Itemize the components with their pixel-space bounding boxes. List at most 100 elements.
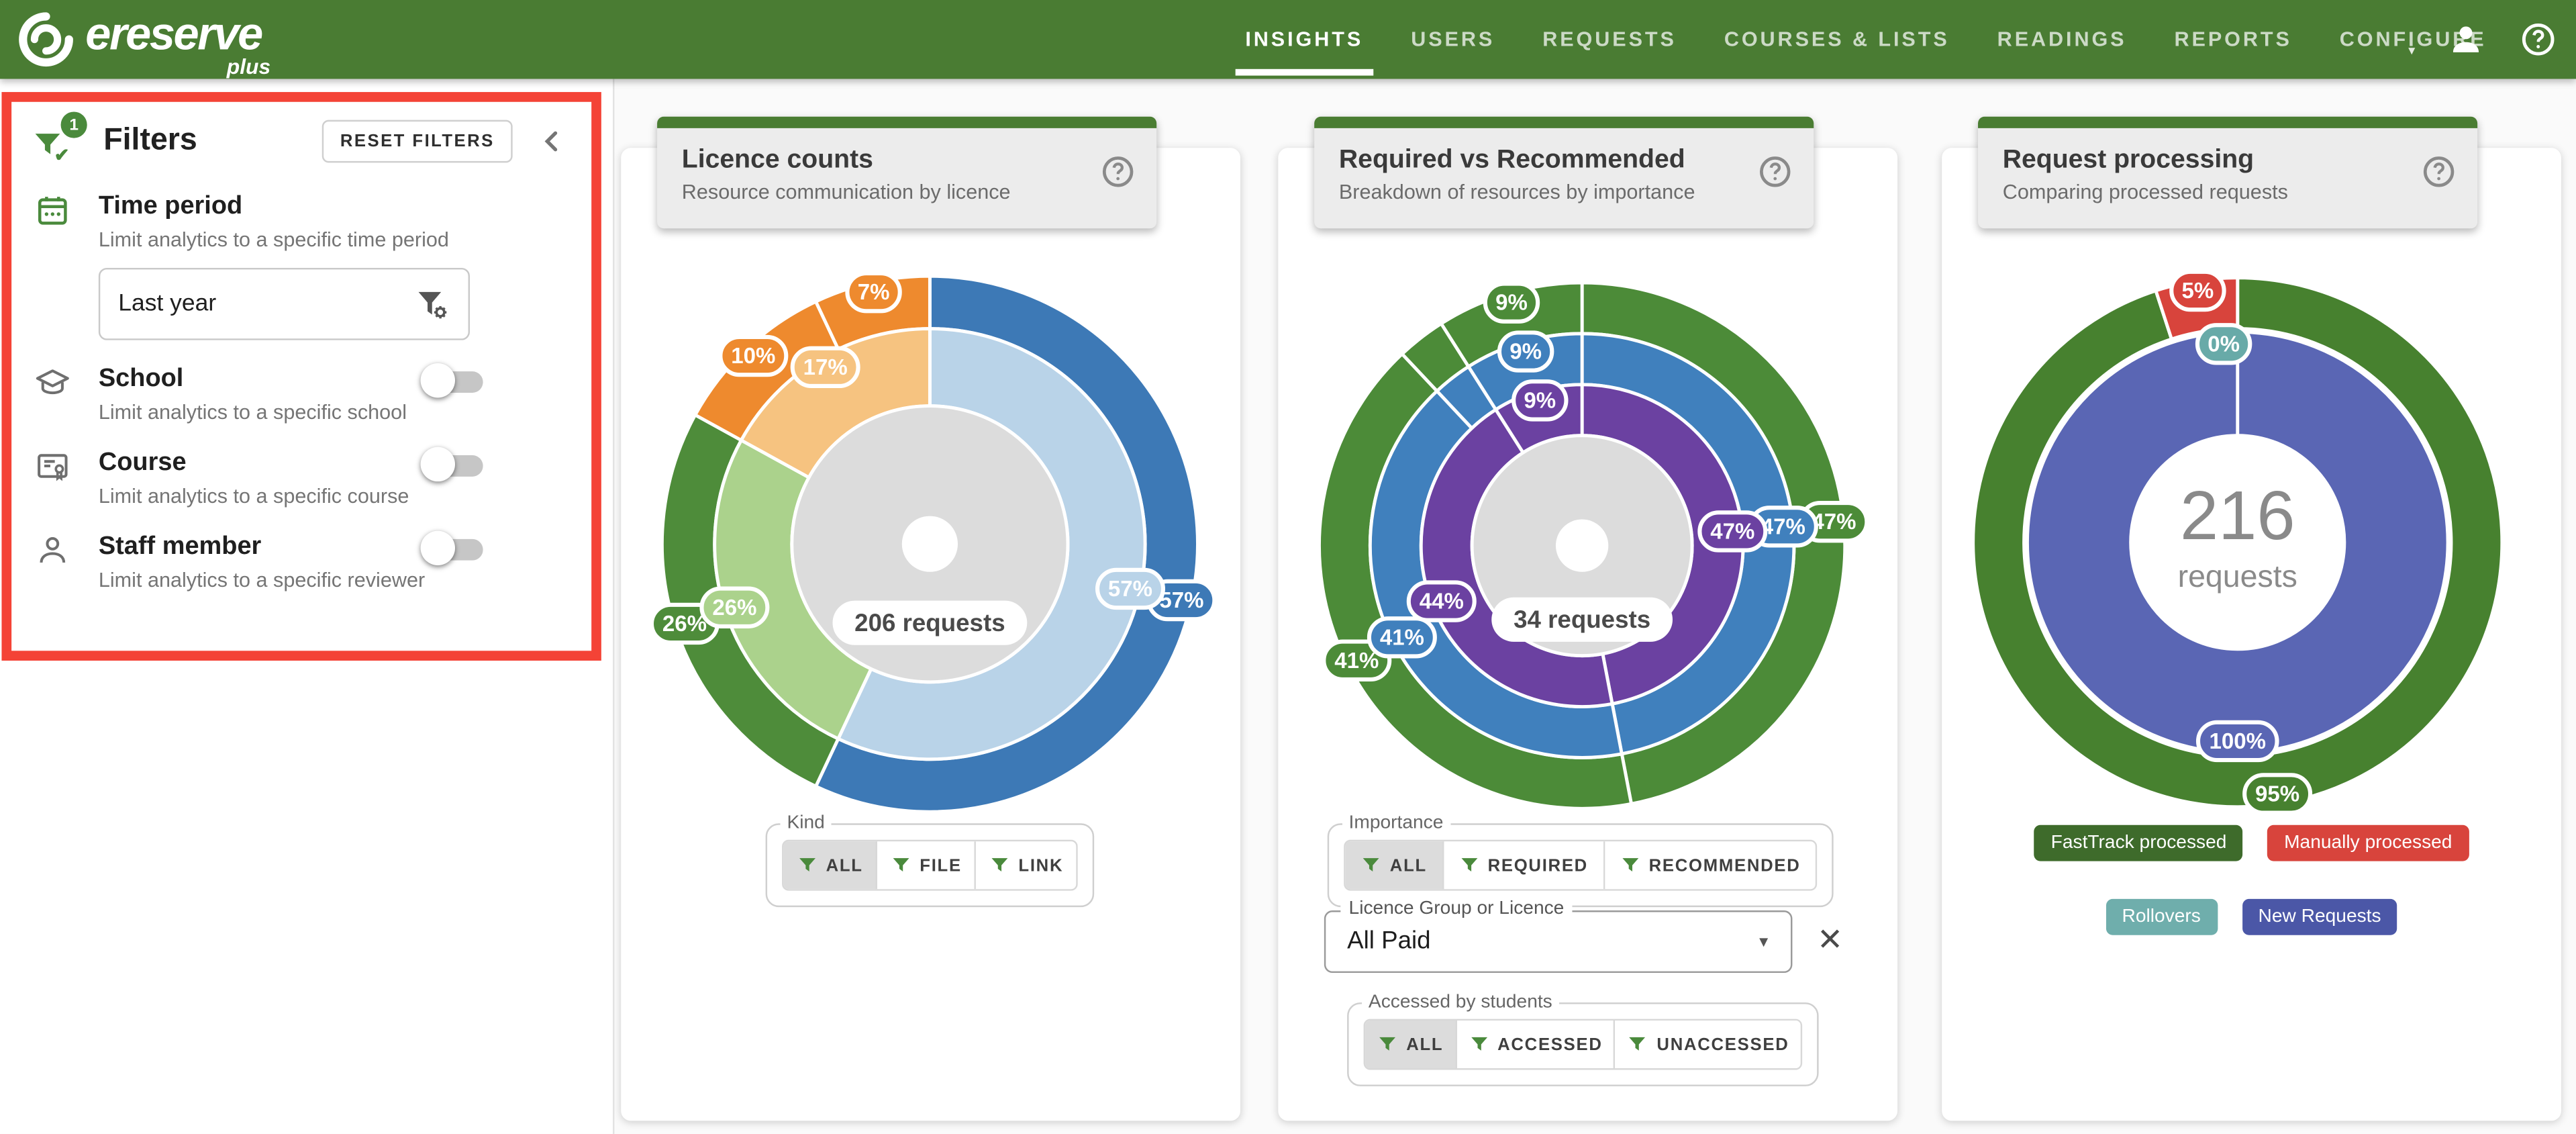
time-period-description: Limit analytics to a specific time perio… [99,228,572,251]
card-accent-strip [1978,117,2477,128]
filter-section-school: School Limit analytics to a specific sch… [32,365,572,424]
svg-text:5%: 5% [2182,279,2214,303]
primary-nav: INSIGHTS USERS REQUESTS COURSES & LISTS … [1245,0,2486,79]
licence-counts-card: Licence counts Resource communication by… [621,148,1240,1121]
importance-filter-group: Importance ALL REQUIRED RECOMMENDED [1328,814,1834,908]
funnel-icon [989,855,1010,876]
nav-insights[interactable]: INSIGHTS [1245,0,1363,79]
accessed-filter-label: Accessed by students [1362,992,1558,1012]
svg-text:9%: 9% [1524,388,1556,413]
legend-new-requests[interactable]: New Requests [2242,899,2397,935]
nav-courses-lists[interactable]: COURSES & LISTS [1724,0,1950,79]
kind-all-button[interactable]: ALL [784,841,878,889]
svg-text:57%: 57% [1159,588,1203,613]
card-accent-strip [657,117,1156,128]
legend-fasttrack-processed[interactable]: FastTrack processed [2034,825,2243,861]
funnel-icon [1377,1034,1398,1055]
filter-section-course: Course Limit analytics to a specific cou… [32,448,572,508]
filters-funnel-icon: 1 ✔ [32,115,87,167]
request-processing-donut-chart[interactable]: 95%5%100%0%216requests [1926,230,2550,855]
course-toggle[interactable] [421,447,490,483]
importance-recommended-button[interactable]: RECOMMENDED [1605,841,1816,889]
account-icon[interactable] [2448,21,2484,58]
licence-group-select[interactable]: Licence Group or Licence All Paid ▼ [1324,910,1793,973]
svg-text:100%: 100% [2210,729,2266,754]
clear-licence-filter-button[interactable]: ✕ [1807,920,1852,961]
svg-text:47%: 47% [1812,510,1856,534]
required-vs-recommended-donut-chart[interactable]: 47%41%9%47%41%9%47%44%9%34 requests [1270,234,1894,858]
nav-readings[interactable]: READINGS [1997,0,2127,79]
request-processing-header: Request processing Comparing processed r… [1978,117,2477,228]
card-subtitle: Resource communication by licence [682,181,1081,203]
filters-sidebar: 1 ✔ Filters RESET FILTERS Time period Li… [0,79,614,1133]
importance-all-button[interactable]: ALL [1346,841,1444,889]
person-icon [34,532,70,569]
kind-link-label: LINK [1018,855,1063,875]
help-icon[interactable] [1101,154,1135,189]
filters-title: Filters [103,124,305,160]
importance-filter-label: Importance [1342,814,1450,833]
filter-settings-icon[interactable] [414,286,450,322]
card-title: Request processing [2003,146,2402,176]
staff-member-title: Staff member [99,532,572,562]
school-icon [34,365,70,401]
staff-member-toggle[interactable] [421,531,490,567]
request-processing-card: Request processing Comparing processed r… [1942,148,2561,1121]
accessed-accessed-button[interactable]: ACCESSED [1456,1021,1616,1068]
course-title: Course [99,448,572,478]
help-icon[interactable] [2520,21,2557,58]
importance-recommended-label: RECOMMENDED [1649,855,1801,875]
insights-page: ereserve plus INSIGHTS USERS REQUESTS CO… [0,0,2576,1134]
licence-group-select-value: All Paid [1347,927,1430,955]
card-title: Licence counts [682,146,1081,176]
accessed-all-button[interactable]: ALL [1365,1021,1456,1068]
svg-text:206 requests: 206 requests [854,609,1005,636]
nav-reports[interactable]: REPORTS [2174,0,2291,79]
accessed-unaccessed-button[interactable]: UNACCESSED [1616,1021,1800,1068]
accessed-filter-group: Accessed by students ALL ACCESSED UNACCE… [1347,992,1818,1086]
kind-link-button[interactable]: LINK [976,841,1076,889]
nav-requests[interactable]: REQUESTS [1542,0,1677,79]
brand-logo[interactable]: ereserve plus [13,5,375,77]
check-icon: ✔ [54,144,70,166]
filters-header: 1 ✔ Filters RESET FILTERS [32,115,572,167]
required-vs-recommended-header: Required vs Recommended Breakdown of res… [1314,117,1814,228]
importance-required-button[interactable]: REQUIRED [1443,841,1604,889]
nav-requests-label: REQUESTS [1542,28,1677,51]
legend-manually-processed[interactable]: Manually processed [2268,825,2469,861]
school-toggle[interactable] [421,363,490,399]
accessed-accessed-label: ACCESSED [1497,1035,1603,1054]
help-icon[interactable] [1758,154,1792,189]
time-period-value: Last year [118,291,216,317]
licence-counts-donut-chart[interactable]: 57%26%10%7%57%26%17%206 requests [617,232,1242,856]
funnel-icon [797,855,818,876]
svg-text:216: 216 [2180,477,2295,554]
svg-text:47%: 47% [1761,514,1805,539]
brand-name: ereserve [85,8,261,60]
legend-rollovers[interactable]: Rollovers [2106,899,2217,935]
nav-reports-label: REPORTS [2174,28,2291,51]
filter-section-staff-member: Staff member Limit analytics to a specif… [32,532,572,592]
staff-member-description: Limit analytics to a specific reviewer [99,569,572,592]
accessed-unaccessed-label: UNACCESSED [1656,1035,1789,1054]
svg-text:requests: requests [2178,559,2297,594]
svg-text:41%: 41% [1380,625,1424,650]
svg-text:10%: 10% [731,344,775,369]
top-nav: ereserve plus INSIGHTS USERS REQUESTS CO… [0,0,2576,79]
svg-text:41%: 41% [1334,649,1379,673]
time-period-select[interactable]: Last year [99,268,470,340]
help-icon[interactable] [2422,154,2456,189]
select-caret-icon: ▼ [1756,933,1771,949]
calendar-icon [34,192,70,228]
licence-counts-header: Licence counts Resource communication by… [657,117,1156,228]
collapse-sidebar-icon[interactable] [536,125,568,158]
funnel-icon [1468,1034,1489,1055]
school-description: Limit analytics to a specific school [99,401,572,424]
reset-filters-button[interactable]: RESET FILTERS [322,120,513,163]
card-accent-strip [1314,117,1814,128]
card-subtitle: Comparing processed requests [2003,181,2402,203]
kind-file-button[interactable]: FILE [877,841,976,889]
chevron-down-icon: ▼ [2406,46,2420,58]
nav-users[interactable]: USERS [1411,0,1495,79]
kind-filter-group: Kind ALL FILE LINK [766,814,1095,908]
